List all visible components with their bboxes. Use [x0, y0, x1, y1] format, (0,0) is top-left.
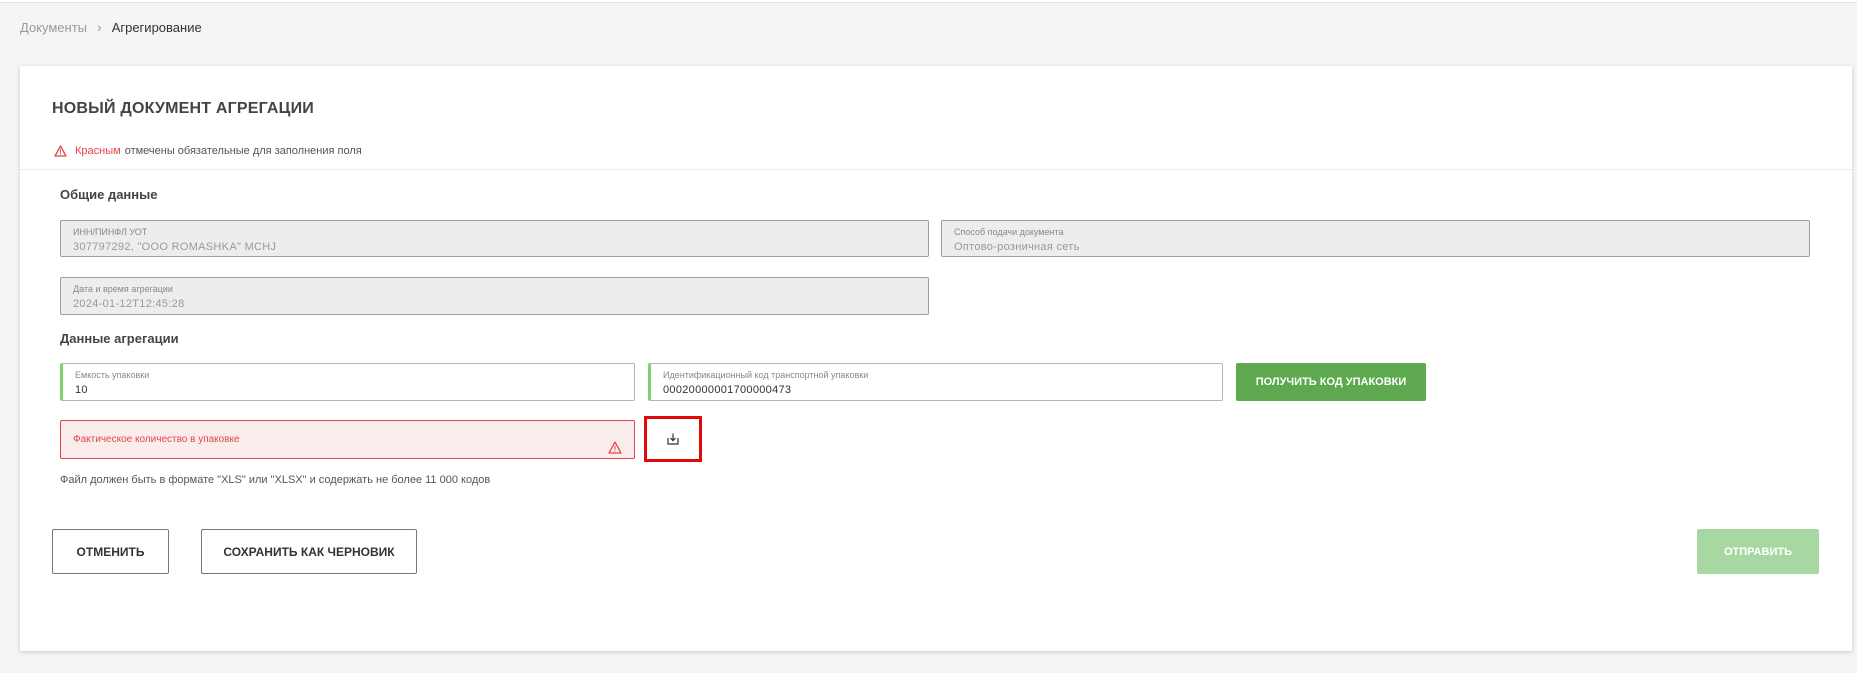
package-capacity-field[interactable]: Емкость упаковки 10: [60, 363, 635, 401]
aggregation-datetime-label: Дата и время агрегации: [73, 284, 173, 294]
actual-quantity-field[interactable]: Фактическое количество в упаковке: [60, 420, 635, 459]
cancel-button[interactable]: ОТМЕНИТЬ: [52, 529, 169, 574]
chevron-right-icon: ›: [97, 19, 102, 35]
submission-method-field[interactable]: Способ подачи документа Оптово-розничная…: [941, 220, 1810, 257]
inn-label: ИНН/ПИНФЛ УОТ: [73, 227, 148, 237]
page-title: НОВЫЙ ДОКУМЕНТ АГРЕГАЦИИ: [52, 100, 314, 117]
general-section-title: Общие данные: [60, 187, 158, 202]
required-fields-note: Красным отмечены обязательные для заполн…: [54, 145, 362, 157]
aggregation-datetime-field[interactable]: Дата и время агрегации 2024-01-12T12:45:…: [60, 277, 929, 315]
actual-quantity-placeholder: Фактическое количество в упаковке: [73, 434, 240, 445]
upload-file-button[interactable]: [644, 416, 702, 462]
upload-icon: [666, 432, 680, 446]
transport-code-label: Идентификационный код транспортной упако…: [663, 370, 869, 380]
breadcrumb: Документы › Агрегирование: [20, 19, 202, 35]
divider: [20, 169, 1852, 170]
submission-method-label: Способ подачи документа: [954, 227, 1064, 237]
aggregation-section-title: Данные агрегации: [60, 331, 179, 346]
required-red-word: Красным: [75, 145, 121, 157]
top-bar: [0, 0, 1857, 3]
required-note-text: отмечены обязательные для заполнения пол…: [124, 145, 362, 157]
warning-icon: [608, 441, 622, 454]
submission-method-value: Оптово-розничная сеть: [954, 241, 1080, 253]
save-draft-button[interactable]: СОХРАНИТЬ КАК ЧЕРНОВИК: [201, 529, 417, 574]
package-capacity-value: 10: [75, 384, 88, 396]
package-capacity-label: Емкость упаковки: [75, 370, 150, 380]
aggregation-datetime-value: 2024-01-12T12:45:28: [73, 298, 185, 310]
get-package-code-button[interactable]: ПОЛУЧИТЬ КОД УПАКОВКИ: [1236, 363, 1426, 401]
transport-code-field[interactable]: Идентификационный код транспортной упако…: [648, 363, 1223, 401]
transport-code-value: 00020000001700000473: [663, 384, 792, 396]
inn-field[interactable]: ИНН/ПИНФЛ УОТ 307797292, "OOO ROMASHKA" …: [60, 220, 929, 257]
inn-value: 307797292, "OOO ROMASHKA" MCHJ: [73, 241, 277, 253]
breadcrumb-current: Агрегирование: [111, 19, 202, 35]
breadcrumb-documents-link[interactable]: Документы: [20, 20, 87, 35]
send-button[interactable]: ОТПРАВИТЬ: [1697, 529, 1819, 574]
warning-icon: [54, 145, 67, 157]
file-format-hint: Файл должен быть в формате "XLS" или "XL…: [60, 474, 491, 486]
